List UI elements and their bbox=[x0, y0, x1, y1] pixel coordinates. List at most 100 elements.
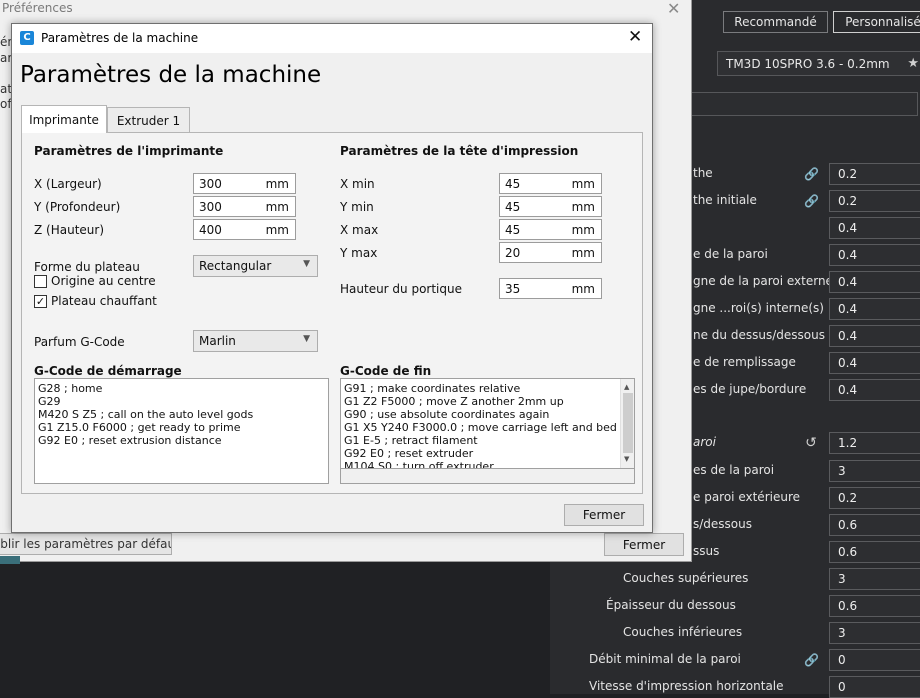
profile-name: TM3D 10SPRO 3.6 - 0.2mm bbox=[726, 56, 890, 71]
profile-selector[interactable]: TM3D 10SPRO 3.6 - 0.2mm ★ bbox=[717, 51, 920, 76]
y-min-label: Y min bbox=[340, 200, 374, 214]
dialog-close-button[interactable]: Fermer bbox=[564, 504, 644, 526]
mode-recommended-button[interactable]: Recommandé bbox=[723, 11, 828, 33]
gcode-line: M104 S0 ; turn off extruder bbox=[344, 460, 494, 469]
x-max-value: 45 bbox=[505, 222, 521, 237]
reset-defaults-button[interactable]: tablir les paramètres par défaut bbox=[0, 533, 172, 555]
setting-value-input[interactable]: 0.4 bbox=[829, 244, 920, 266]
checkmark-icon[interactable]: ✓ bbox=[34, 294, 47, 308]
link-icon: 🔗 bbox=[804, 194, 819, 208]
setting-value-input[interactable]: 0 bbox=[829, 649, 920, 671]
setting-label: Vitesse d'impression horizontale bbox=[589, 679, 784, 693]
scrollbar-thumb[interactable] bbox=[623, 393, 633, 453]
tab-extruder-1[interactable]: Extruder 1 bbox=[107, 107, 190, 133]
mode-custom-button[interactable]: Personnalisé bbox=[833, 11, 920, 33]
end-gcode-textarea[interactable]: G91 ; make coordinates relative G1 Z2 F5… bbox=[340, 378, 635, 469]
app-background-bottom bbox=[0, 560, 550, 694]
setting-value-input[interactable]: 0 bbox=[829, 676, 920, 698]
cura-logo-icon: C bbox=[20, 31, 34, 45]
y-max-label: Y max bbox=[340, 246, 378, 260]
gantry-height-input[interactable]: 35 mm bbox=[499, 278, 602, 299]
gcode-line: G92 E0 ; reset extrusion distance bbox=[38, 434, 222, 447]
setting-value-input[interactable]: 1.2 bbox=[829, 432, 920, 454]
printer-settings-title: Paramètres de l'imprimante bbox=[34, 144, 224, 158]
setting-value-input[interactable]: 0.6 bbox=[829, 514, 920, 536]
setting-value-input[interactable]: 0.2 bbox=[829, 163, 920, 185]
gcode-flavor-label: Parfum G-Code bbox=[34, 335, 125, 349]
gcode-line: M420 S Z5 ; call on the auto level gods bbox=[38, 408, 254, 421]
unit-label: mm bbox=[265, 223, 289, 237]
y-depth-value: 300 bbox=[199, 199, 222, 214]
x-max-input[interactable]: 45 mm bbox=[499, 219, 602, 240]
setting-label: Débit minimal de la paroi bbox=[589, 652, 741, 666]
setting-label: gne ...roi(s) interne(s) bbox=[693, 301, 824, 315]
unit-label: mm bbox=[265, 200, 289, 214]
horizontal-scrollbar[interactable] bbox=[340, 469, 635, 484]
setting-value-input[interactable]: 0.6 bbox=[829, 541, 920, 563]
gcode-line: G28 ; home bbox=[38, 382, 103, 395]
y-max-value: 20 bbox=[505, 245, 521, 260]
x-width-input[interactable]: 300 mm bbox=[193, 173, 296, 194]
setting-label: Épaisseur du dessous bbox=[606, 598, 736, 612]
setting-value-input[interactable]: 0.4 bbox=[829, 352, 920, 374]
checkbox-box[interactable] bbox=[34, 274, 47, 288]
setting-label: ne du dessus/dessous bbox=[693, 328, 825, 342]
setting-label: e de la paroi bbox=[693, 247, 768, 261]
tab-imprimante[interactable]: Imprimante bbox=[21, 105, 107, 133]
setting-label: s/dessous bbox=[693, 517, 752, 531]
setting-value-input[interactable]: 0.2 bbox=[829, 190, 920, 212]
x-min-input[interactable]: 45 mm bbox=[499, 173, 602, 194]
unit-label: mm bbox=[571, 200, 595, 214]
setting-value-input[interactable]: 0.2 bbox=[829, 487, 920, 509]
origin-center-label: Origine au centre bbox=[51, 274, 156, 288]
gcode-line: G92 E0 ; reset extruder bbox=[344, 447, 474, 460]
setting-label: e paroi extérieure bbox=[693, 490, 800, 504]
setting-value-input[interactable]: 0.4 bbox=[829, 271, 920, 293]
end-gcode-title: G-Code de fin bbox=[340, 364, 432, 378]
accent-strip bbox=[0, 556, 20, 564]
gcode-flavor-select[interactable]: Marlin ▼ bbox=[193, 330, 318, 352]
setting-value-input[interactable]: 3 bbox=[829, 568, 920, 590]
setting-label: aroi bbox=[693, 435, 716, 449]
preferences-close-button[interactable]: Fermer bbox=[604, 533, 684, 556]
star-icon[interactable]: ★ bbox=[907, 56, 919, 71]
gcode-flavor-value: Marlin bbox=[199, 334, 236, 348]
heated-bed-checkbox[interactable]: ✓ Plateau chauffant bbox=[34, 294, 157, 308]
y-max-input[interactable]: 20 mm bbox=[499, 242, 602, 263]
origin-center-checkbox[interactable]: Origine au centre bbox=[34, 274, 156, 288]
setting-value-input[interactable]: 0.6 bbox=[829, 595, 920, 617]
dialog-close-icon[interactable]: ✕ bbox=[628, 27, 642, 47]
start-gcode-textarea[interactable]: G28 ; home G29 M420 S Z5 ; call on the a… bbox=[34, 378, 329, 484]
x-width-label: X (Largeur) bbox=[34, 177, 102, 191]
gcode-line: G1 Z15.0 F6000 ; get ready to prime bbox=[38, 421, 241, 434]
dialog-heading: Paramètres de la machine bbox=[20, 62, 322, 88]
preferences-nav-fragment[interactable]: of bbox=[0, 97, 12, 111]
preferences-close-icon[interactable]: ✕ bbox=[667, 0, 680, 18]
y-min-input[interactable]: 45 mm bbox=[499, 196, 602, 217]
scroll-down-icon[interactable]: ▼ bbox=[624, 453, 629, 466]
setting-value-input[interactable]: 0.4 bbox=[829, 217, 920, 239]
setting-label: Couches supérieures bbox=[623, 571, 749, 585]
start-gcode-title: G-Code de démarrage bbox=[34, 364, 182, 378]
setting-label: Couches inférieures bbox=[623, 625, 743, 639]
dialog-titlebar: C Paramètres de la machine ✕ bbox=[12, 24, 652, 53]
setting-value-input[interactable]: 0.4 bbox=[829, 379, 920, 401]
z-height-value: 400 bbox=[199, 222, 222, 237]
settings-search-input[interactable] bbox=[690, 92, 918, 116]
setting-value-input[interactable]: 3 bbox=[829, 460, 920, 482]
bed-shape-label: Forme du plateau bbox=[34, 260, 140, 274]
setting-value-input[interactable]: 0.4 bbox=[829, 298, 920, 320]
setting-value-input[interactable]: 0.4 bbox=[829, 325, 920, 347]
y-min-value: 45 bbox=[505, 199, 521, 214]
x-min-value: 45 bbox=[505, 176, 521, 191]
vertical-scrollbar[interactable]: ▲ ▼ bbox=[620, 379, 634, 468]
y-depth-input[interactable]: 300 mm bbox=[193, 196, 296, 217]
dialog-title: Paramètres de la machine bbox=[41, 31, 199, 45]
bed-shape-select[interactable]: Rectangular ▼ bbox=[193, 255, 318, 277]
machine-settings-dialog: C Paramètres de la machine ✕ Paramètres … bbox=[11, 23, 653, 533]
reset-icon[interactable]: ↺ bbox=[804, 436, 818, 450]
x-min-label: X min bbox=[340, 177, 375, 191]
chevron-down-icon: ▼ bbox=[303, 334, 310, 344]
z-height-input[interactable]: 400 mm bbox=[193, 219, 296, 240]
setting-value-input[interactable]: 3 bbox=[829, 622, 920, 644]
